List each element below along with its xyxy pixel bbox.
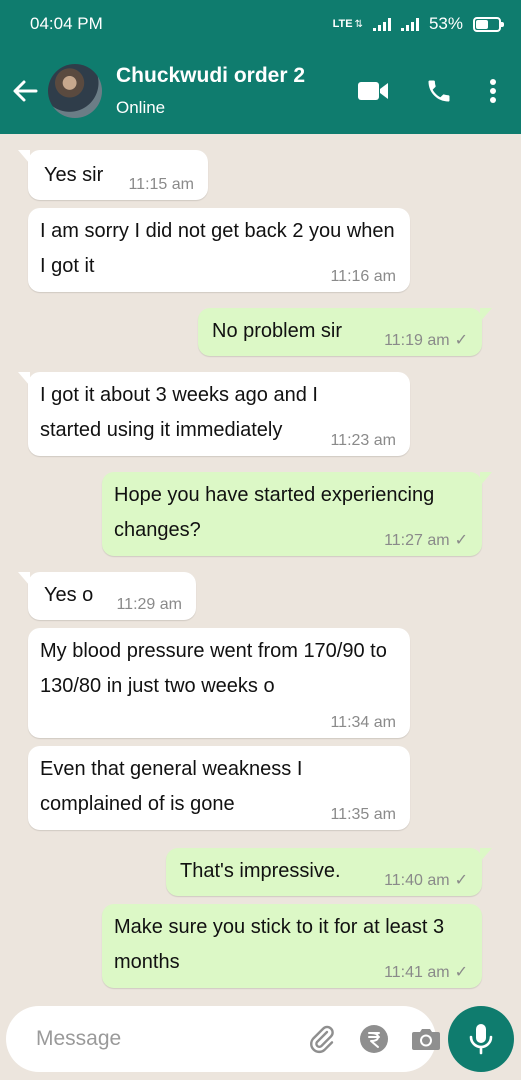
message-bubble[interactable]: Hope you have started experiencing chang… [102, 472, 492, 556]
contact-info[interactable]: Chuckwudi order 2 Online [116, 64, 357, 118]
signal-icon-2 [400, 17, 419, 31]
message-bubble[interactable]: Even that general weakness I complained … [28, 746, 410, 830]
battery-percent: 53% [428, 14, 463, 33]
message-time: 11:29 am [116, 596, 182, 613]
microphone-icon [469, 1024, 493, 1055]
check-icon: ✓ [454, 532, 468, 549]
chat-header: Chuckwudi order 2 Online [0, 48, 521, 134]
check-icon: ✓ [454, 872, 468, 889]
message-time: 11:23 am [330, 432, 396, 449]
message-input[interactable] [36, 1027, 307, 1051]
arrow-left-icon [13, 80, 38, 102]
message-time: 11:27 am ✓ [384, 532, 468, 549]
battery-icon [473, 16, 504, 32]
message-bubble[interactable]: No problem sir 11:19 am ✓ [198, 308, 492, 356]
message-time: 11:41 am ✓ [384, 964, 468, 981]
message-bubble[interactable]: My blood pressure went from 170/90 to 13… [28, 628, 410, 738]
message-time: 11:40 am ✓ [384, 872, 468, 889]
status-indicators: LTE ⇅ 53% [332, 14, 504, 34]
more-options-icon[interactable] [489, 78, 497, 104]
message-bubble[interactable]: I am sorry I did not get back 2 you when… [28, 208, 410, 292]
message-bubble[interactable]: Yes sir 11:15 am [18, 150, 208, 200]
message-bubble[interactable]: I got it about 3 weeks ago and I started… [18, 372, 410, 456]
message-time: 11:15 am [128, 176, 194, 193]
message-time: 11:19 am ✓ [384, 332, 468, 349]
lte-arrows-icon: ⇅ [354, 18, 363, 30]
contact-status: Online [116, 98, 166, 117]
signal-icon [372, 17, 391, 31]
message-time: 11:35 am [330, 806, 396, 823]
message-text: My blood pressure went from 170/90 to 13… [40, 640, 387, 697]
avatar[interactable] [48, 64, 102, 118]
network-type: LTE [332, 18, 353, 30]
message-bubble[interactable]: That's impressive. 11:40 am ✓ [166, 848, 492, 896]
message-text: I got it about 3 weeks ago and I started… [40, 384, 318, 441]
phone-call-icon[interactable] [425, 77, 453, 105]
message-text: Even that general weakness I complained … [40, 758, 303, 815]
message-bubble[interactable]: Make sure you stick to it for at least 3… [102, 904, 482, 988]
status-bar: 04:04 PM LTE ⇅ 53% [0, 0, 521, 48]
message-time: 11:34 am [330, 714, 396, 731]
composer-actions [307, 1024, 441, 1054]
voice-record-button[interactable] [448, 1006, 514, 1072]
video-call-icon[interactable] [357, 80, 389, 102]
message-time: 11:16 am [330, 268, 396, 285]
check-icon: ✓ [454, 332, 468, 349]
message-bubble[interactable]: Yes o 11:29 am [18, 572, 196, 620]
camera-icon[interactable] [411, 1026, 441, 1052]
status-time: 04:04 PM [30, 14, 103, 33]
check-icon: ✓ [454, 964, 468, 981]
message-composer [6, 1006, 440, 1072]
payment-icon[interactable] [359, 1024, 389, 1054]
header-actions [357, 77, 497, 105]
back-button[interactable] [2, 48, 48, 134]
contact-name: Chuckwudi order 2 [116, 64, 306, 87]
chat-area[interactable]: Yes sir 11:15 am I am sorry I did not ge… [0, 134, 521, 1000]
attach-icon[interactable] [307, 1024, 337, 1054]
